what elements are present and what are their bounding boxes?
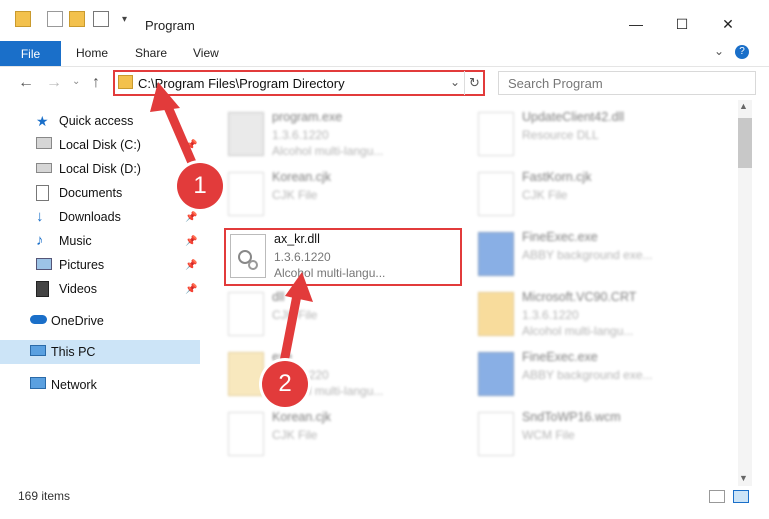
- status-bar: [0, 487, 769, 519]
- step-marker-1: 1: [177, 163, 223, 209]
- step-marker-2: 2: [262, 361, 308, 407]
- annotation-arrows: [150, 82, 313, 367]
- large-icons-view-icon[interactable]: [733, 490, 749, 503]
- details-view-icon[interactable]: [709, 490, 725, 503]
- item-count: 169 items: [18, 489, 71, 503]
